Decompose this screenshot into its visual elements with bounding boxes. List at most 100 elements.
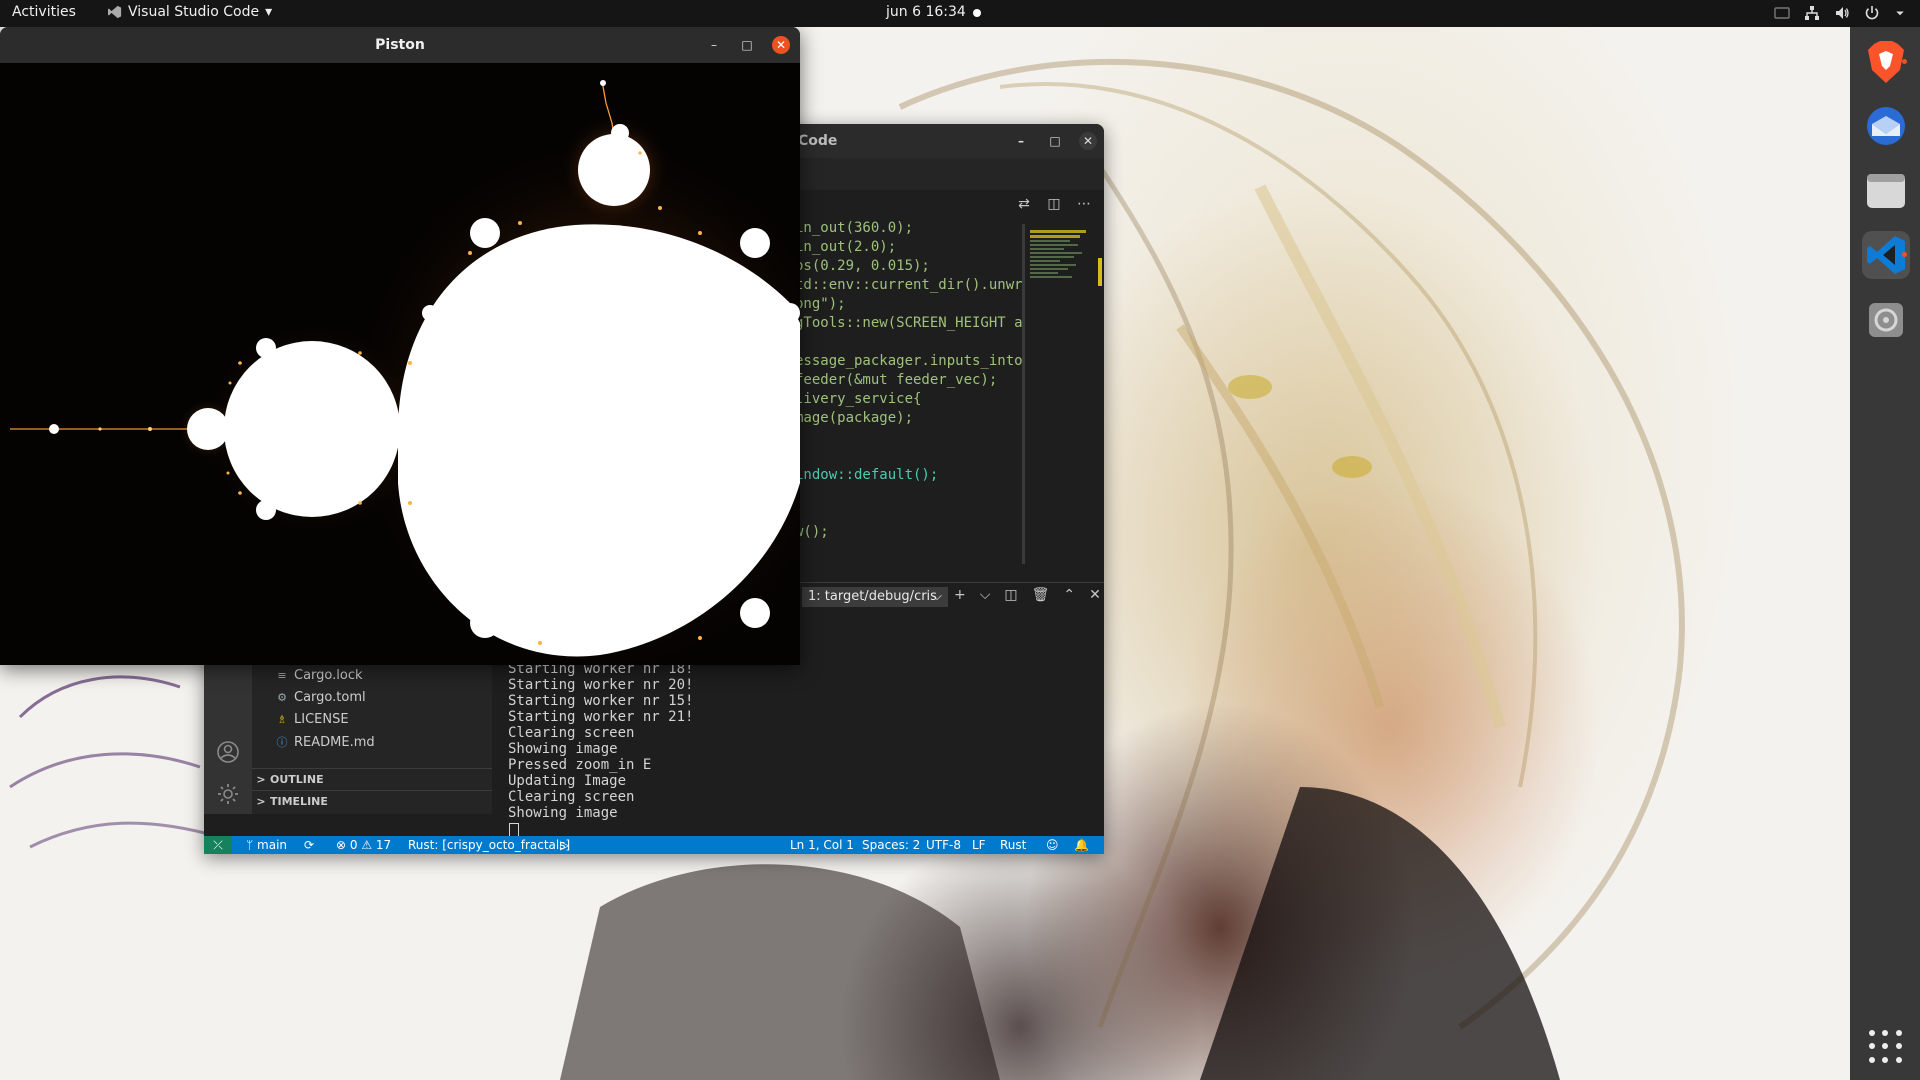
maximize-panel-icon[interactable]: ⌃ — [1063, 587, 1075, 603]
outline-section-header[interactable]: > OUTLINE — [252, 768, 492, 791]
rust-analyzer-status[interactable]: Rust: [crispy_octo_fractals] — [408, 836, 570, 854]
code-line[interactable]: w(); — [795, 524, 829, 540]
timeline-section-header[interactable]: > TIMELINE — [252, 790, 492, 813]
cursor-position[interactable]: Ln 1, Col 1 — [790, 836, 854, 854]
code-line[interactable]: os(0.29, 0.015); — [795, 258, 930, 274]
minimize-button[interactable]: – — [705, 36, 723, 54]
dock-item-disk[interactable] — [1862, 296, 1910, 344]
sync-icon[interactable]: ⟳ — [304, 836, 314, 854]
file-name: LICENSE — [294, 712, 349, 727]
accounts-icon[interactable] — [216, 740, 240, 764]
mandelbrot-render[interactable] — [0, 63, 800, 665]
notifications-bell-icon[interactable]: 🔔 — [1074, 836, 1089, 854]
new-terminal-icon[interactable]: + — [954, 587, 966, 603]
dock-item-thunderbird[interactable] — [1862, 102, 1910, 150]
app-menu-label: Visual Studio Code — [128, 4, 260, 20]
network-icon — [1804, 5, 1820, 21]
terminal-line: Pressed zoom_in E — [508, 757, 652, 773]
terminal-selector[interactable]: 1: target/debug/cris ⌵ — [802, 587, 948, 607]
manage-gear-icon[interactable] — [216, 782, 240, 806]
gear-icon: ⚙ — [277, 691, 287, 704]
more-actions-icon[interactable]: ⋯ — [1076, 196, 1092, 212]
minimize-button[interactable]: – — [1012, 132, 1030, 150]
window-title: Piston — [375, 37, 425, 53]
status-bar: ⤫ ᛘ main ⟳ ⊗ 0 ⚠ 17 Rust: [crispy_octo_f… — [204, 836, 1104, 854]
open-changes-icon[interactable]: ⇄ — [1016, 196, 1032, 212]
terminal-line: Clearing screen — [508, 789, 635, 805]
thunderbird-icon — [1867, 107, 1905, 145]
files-icon — [1867, 174, 1905, 208]
maximize-button[interactable]: □ — [1046, 132, 1064, 150]
terminal-actions: + ⌵ ◫ 🗑 ⌃ ✕ — [954, 587, 1101, 603]
split-terminal-icon[interactable]: ◫ — [1004, 587, 1017, 603]
gnome-top-bar: Activities Visual Studio Code ▾ jun 6 16… — [0, 0, 1920, 27]
code-line[interactable]: feeder(&mut feeder_vec); — [795, 372, 997, 388]
remote-indicator-icon[interactable]: ⤫ — [204, 836, 232, 854]
file-item-cargo-lock[interactable]: ≡ Cargo.lock — [276, 668, 363, 683]
code-line[interactable]: in_out(2.0); — [795, 239, 896, 255]
chevron-down-icon[interactable]: ⌵ — [980, 587, 991, 603]
terminal-line: Clearing screen — [508, 725, 635, 741]
show-applications-button[interactable] — [1869, 1030, 1903, 1064]
terminal-line: Showing image — [508, 741, 618, 757]
system-tray[interactable] — [1774, 5, 1910, 21]
dock-item-vscode[interactable] — [1862, 231, 1910, 279]
split-editor-icon[interactable]: ◫ — [1046, 196, 1062, 212]
clock[interactable]: jun 6 16:34 — [886, 4, 966, 20]
file-item-readme[interactable]: ⓘ README.md — [276, 734, 375, 750]
terminal-line: Starting worker nr 20! — [508, 677, 694, 693]
problems-status[interactable]: ⊗ 0 ⚠ 17 — [336, 836, 391, 854]
close-button[interactable]: ✕ — [772, 36, 790, 54]
piston-window: Piston – □ ✕ — [0, 27, 800, 665]
ubuntu-dock — [1850, 27, 1920, 1080]
run-icon[interactable]: ▷ — [560, 836, 569, 854]
vscode-small-icon — [108, 5, 122, 19]
power-icon — [1864, 5, 1880, 21]
language-mode[interactable]: Rust — [1000, 836, 1026, 854]
brave-browser-icon — [1868, 41, 1904, 83]
code-line[interactable]: essage_packager.inputs_into — [795, 353, 1023, 369]
chevron-down-icon — [1894, 5, 1910, 21]
file-name: Cargo.lock — [294, 668, 363, 683]
branch-status[interactable]: ᛘ main — [246, 836, 287, 854]
code-line[interactable]: gTools::new(SCREEN_HEIGHT a — [795, 315, 1023, 331]
editor-scrollbar[interactable] — [1022, 224, 1025, 564]
chevron-right-icon: > — [256, 773, 266, 786]
trash-icon[interactable]: 🗑 — [1032, 587, 1050, 603]
branch-icon: ᛘ — [246, 838, 254, 852]
section-label: OUTLINE — [270, 773, 324, 786]
file-item-license[interactable]: ♗ LICENSE — [276, 712, 349, 727]
code-line[interactable]: in_out(360.0); — [795, 220, 913, 236]
maximize-button[interactable]: □ — [738, 36, 756, 54]
eol-status[interactable]: LF — [972, 836, 986, 854]
dock-item-brave[interactable] — [1862, 38, 1910, 86]
volume-icon — [1834, 5, 1850, 21]
close-panel-icon[interactable]: ✕ — [1089, 587, 1101, 603]
disk-icon — [1869, 303, 1903, 337]
terminal-line: Updating Image — [508, 773, 627, 789]
chevron-right-icon: > — [256, 795, 266, 808]
lines-icon: ≡ — [277, 669, 287, 682]
feedback-icon[interactable]: ☺ — [1046, 836, 1059, 854]
piston-titlebar[interactable]: Piston – □ ✕ — [0, 27, 800, 63]
code-line[interactable]: png"); — [795, 296, 846, 312]
terminal-line: Showing image — [508, 805, 618, 821]
code-line[interactable]: livery_service{ — [795, 391, 921, 407]
section-label: TIMELINE — [270, 795, 328, 808]
code-line[interactable]: mage(package); — [795, 410, 913, 426]
dock-item-files[interactable] — [1862, 167, 1910, 215]
file-item-cargo-toml[interactable]: ⚙ Cargo.toml — [276, 690, 366, 705]
close-button[interactable]: ✕ — [1079, 132, 1097, 150]
terminal-name: 1: target/debug/cris — [808, 589, 937, 604]
screencast-icon — [1774, 5, 1790, 21]
minimap[interactable] — [1030, 228, 1088, 308]
app-menu[interactable]: Visual Studio Code ▾ — [108, 4, 272, 20]
code-line[interactable]: td::env::current_dir().unwr — [795, 277, 1023, 293]
branch-name: main — [257, 838, 288, 852]
encoding-status[interactable]: UTF-8 — [926, 836, 961, 854]
indentation-status[interactable]: Spaces: 2 — [862, 836, 920, 854]
editor-actions: ⇄ ◫ ⋯ — [1016, 196, 1092, 212]
code-line[interactable]: indow::default(); — [795, 467, 938, 483]
activities-button[interactable]: Activities — [12, 4, 76, 20]
file-name: Cargo.toml — [294, 690, 366, 705]
